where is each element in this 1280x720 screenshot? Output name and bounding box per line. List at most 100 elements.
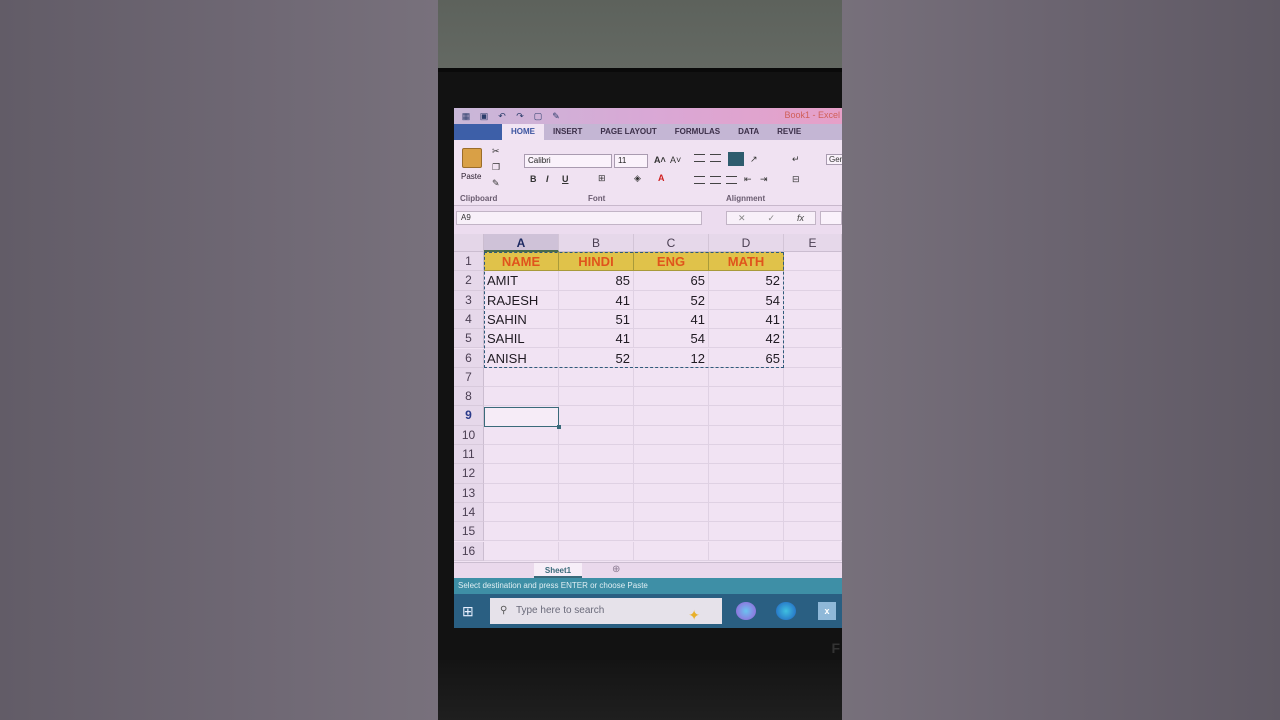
bold-button[interactable]: B — [530, 174, 537, 184]
grid-cell[interactable] — [784, 309, 842, 330]
grid-cell[interactable] — [634, 387, 709, 407]
grid-cell[interactable] — [709, 406, 784, 426]
grid-cell[interactable]: AMIT — [484, 271, 559, 291]
grid-cell[interactable] — [484, 522, 559, 542]
fill-handle[interactable] — [557, 424, 561, 429]
grid-cell[interactable] — [484, 445, 559, 465]
grid-cell[interactable] — [559, 522, 634, 542]
header-cell[interactable]: ENG — [634, 252, 709, 272]
copy-icon[interactable]: ❐ — [492, 162, 500, 173]
grid-cell[interactable] — [634, 445, 709, 465]
file-tab[interactable] — [454, 124, 502, 140]
grid-cell[interactable]: SAHIN — [484, 309, 559, 330]
grid-cell[interactable] — [784, 406, 842, 426]
font-color-icon[interactable]: A — [658, 173, 665, 183]
row-header[interactable]: 2 — [454, 271, 484, 291]
grid-cell[interactable] — [709, 502, 784, 523]
row-header[interactable]: 14 — [454, 502, 484, 523]
grid-cell[interactable] — [709, 464, 784, 484]
grid-cell[interactable] — [559, 367, 634, 388]
grid-cell[interactable] — [784, 522, 842, 542]
grid-cell[interactable]: SAHIL — [484, 329, 559, 349]
grid-cell[interactable] — [784, 367, 842, 388]
wrap-text-icon[interactable]: ↵ — [792, 154, 800, 165]
column-header-a[interactable]: A — [484, 234, 559, 252]
row-header[interactable]: 10 — [454, 425, 484, 445]
worksheet-grid[interactable]: A B C D E 1 NAME HINDI ENG MATH 2 AMIT 85 65 52 3 R… — [454, 234, 842, 562]
grid-cell[interactable]: 42 — [709, 329, 784, 349]
header-cell[interactable]: HINDI — [559, 252, 634, 272]
active-cell-a9[interactable] — [484, 406, 561, 429]
grid-cell[interactable] — [784, 425, 842, 445]
grid-cell[interactable] — [634, 406, 709, 426]
grid-cell[interactable] — [784, 348, 842, 368]
grid-cell[interactable] — [784, 541, 842, 561]
grid-cell[interactable] — [784, 464, 842, 484]
grid-cell[interactable]: 41 — [634, 309, 709, 330]
row-header[interactable]: 6 — [454, 348, 484, 368]
borders-icon[interactable]: ⊞ — [598, 173, 606, 184]
grid-cell[interactable] — [709, 445, 784, 465]
edge-browser-icon[interactable] — [776, 602, 796, 620]
grid-cell[interactable] — [709, 522, 784, 542]
taskbar-search[interactable]: ⚲ Type here to search ✦ — [490, 598, 722, 624]
grid-cell[interactable]: RAJESH — [484, 290, 559, 310]
sheet-tab-sheet1[interactable]: Sheet1 — [534, 563, 582, 578]
increase-indent-icon[interactable]: ⇥ — [760, 174, 768, 185]
row-header[interactable]: 13 — [454, 483, 484, 503]
grid-cell[interactable] — [559, 464, 634, 484]
grid-cell[interactable] — [559, 387, 634, 407]
grid-cell[interactable]: 54 — [634, 329, 709, 349]
insert-function-icon[interactable]: fx — [797, 212, 804, 224]
grid-cell[interactable] — [484, 387, 559, 407]
column-header-b[interactable]: B — [559, 234, 634, 252]
header-cell[interactable] — [784, 252, 842, 272]
row-header[interactable]: 15 — [454, 522, 484, 542]
enter-icon[interactable]: ✓ — [767, 212, 775, 224]
grid-cell[interactable] — [559, 502, 634, 523]
grid-cell[interactable]: 12 — [634, 348, 709, 368]
grid-cell[interactable] — [559, 406, 634, 426]
grid-cell[interactable] — [709, 367, 784, 388]
number-format-select[interactable]: Gen — [826, 154, 842, 165]
align-left-icon[interactable] — [694, 176, 705, 184]
undo-icon[interactable]: ↶ — [496, 111, 508, 121]
tab-page-layout[interactable]: PAGE LAYOUT — [591, 124, 665, 140]
grid-cell[interactable] — [784, 502, 842, 523]
font-name-select[interactable]: Calibri — [524, 154, 612, 168]
row-header[interactable]: 8 — [454, 387, 484, 407]
grid-cell[interactable] — [634, 464, 709, 484]
name-box[interactable]: A9 — [456, 211, 702, 225]
font-size-select[interactable]: 11 — [614, 154, 648, 168]
grid-cell[interactable]: 52 — [634, 290, 709, 310]
grid-cell[interactable]: 85 — [559, 271, 634, 291]
grid-cell[interactable]: 52 — [559, 348, 634, 368]
row-header[interactable]: 7 — [454, 367, 484, 388]
row-header[interactable]: 1 — [454, 252, 484, 272]
excel-taskbar-icon[interactable]: x — [818, 602, 836, 620]
grid-cell[interactable] — [709, 387, 784, 407]
grid-cell[interactable] — [784, 329, 842, 349]
grid-cell[interactable] — [559, 445, 634, 465]
grid-cell[interactable]: 65 — [709, 348, 784, 368]
header-cell[interactable]: NAME — [484, 252, 559, 272]
grid-cell[interactable] — [784, 387, 842, 407]
tab-data[interactable]: DATA — [729, 124, 768, 140]
row-header[interactable]: 3 — [454, 290, 484, 310]
column-header-e[interactable]: E — [784, 234, 842, 252]
column-header-c[interactable]: C — [634, 234, 709, 252]
grid-cell[interactable]: 51 — [559, 309, 634, 330]
grid-cell[interactable]: 41 — [559, 329, 634, 349]
grid-cell[interactable] — [709, 425, 784, 445]
row-header[interactable]: 12 — [454, 464, 484, 484]
grid-cell[interactable] — [559, 425, 634, 445]
save-icon[interactable]: ▣ — [478, 111, 490, 121]
grid-cell[interactable]: 41 — [559, 290, 634, 310]
grid-cell[interactable] — [709, 483, 784, 503]
column-header-d[interactable]: D — [709, 234, 784, 252]
grid-cell[interactable] — [484, 425, 559, 445]
merge-center-icon[interactable]: ⊟ — [792, 174, 800, 185]
paste-button[interactable]: Paste — [461, 172, 481, 181]
grid-cell[interactable] — [559, 541, 634, 561]
grid-cell[interactable] — [484, 464, 559, 484]
